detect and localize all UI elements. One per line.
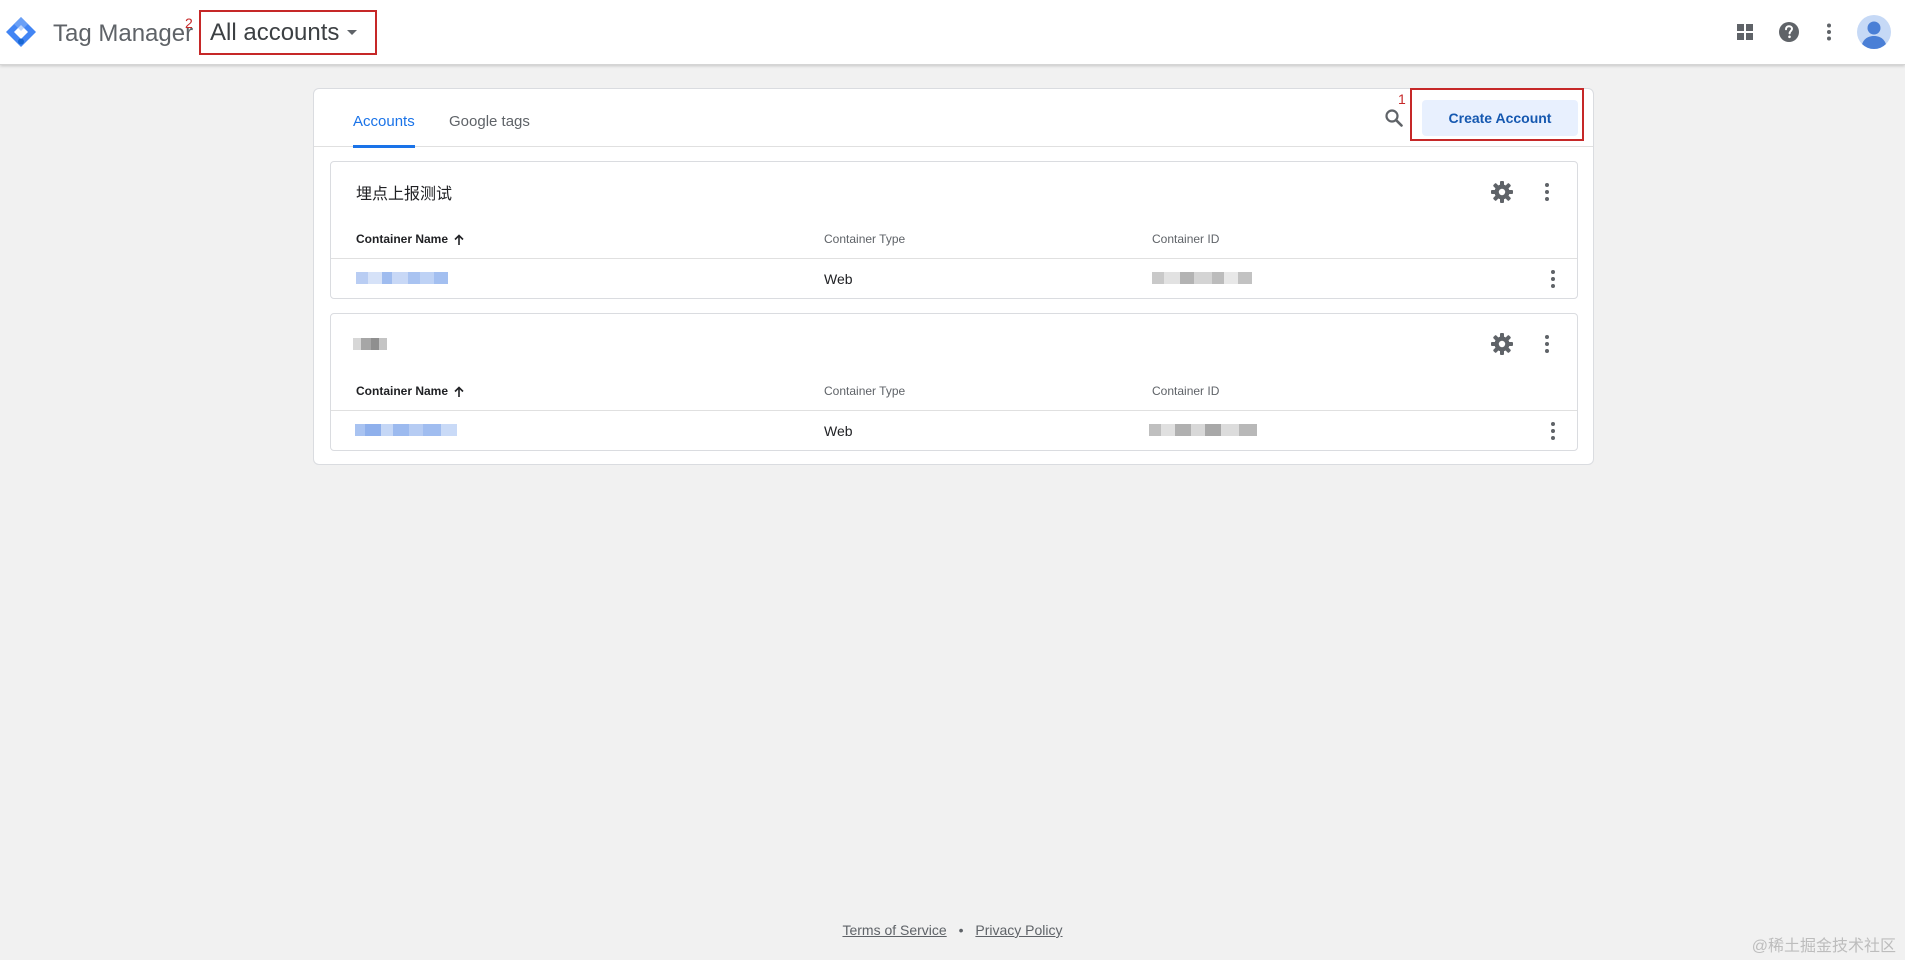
column-header-label: Container Name bbox=[356, 384, 449, 398]
more-vert-icon[interactable] bbox=[1538, 179, 1556, 205]
search-icon[interactable] bbox=[1382, 106, 1406, 130]
tag-manager-logo-icon[interactable] bbox=[5, 16, 37, 48]
more-vert-icon[interactable] bbox=[1541, 419, 1565, 443]
app-title: Tag Manager bbox=[53, 20, 194, 47]
privacy-policy-link[interactable]: Privacy Policy bbox=[975, 922, 1062, 938]
user-avatar-icon bbox=[1861, 21, 1887, 49]
column-header-container-id: Container ID bbox=[1152, 232, 1220, 246]
tab-google-tags[interactable]: Google tags bbox=[449, 113, 530, 145]
apps-grid-button[interactable] bbox=[1733, 20, 1757, 44]
account-switcher-label: All accounts bbox=[210, 18, 340, 46]
help-icon bbox=[1779, 22, 1799, 42]
user-avatar[interactable] bbox=[1857, 15, 1891, 49]
column-header-container-name[interactable]: Container Name bbox=[356, 384, 464, 398]
table-row[interactable]: Web bbox=[331, 411, 1577, 451]
container-id-redacted bbox=[1152, 272, 1252, 284]
account-panel: 埋点上报测试 Container Name Container Type Con… bbox=[330, 161, 1578, 299]
column-header-container-name[interactable]: Container Name bbox=[356, 232, 464, 246]
gear-icon[interactable] bbox=[1489, 331, 1515, 357]
container-name-link-redacted[interactable] bbox=[356, 272, 448, 284]
footer: Terms of Service • Privacy Policy bbox=[0, 922, 1905, 938]
terms-of-service-link[interactable]: Terms of Service bbox=[842, 922, 946, 938]
gear-icon[interactable] bbox=[1489, 179, 1515, 205]
more-vert-icon[interactable] bbox=[1541, 267, 1565, 291]
watermark: @稀土掘金技术社区 bbox=[1751, 938, 1896, 955]
table-row[interactable]: Web bbox=[331, 259, 1577, 299]
annotation-number-2: 2 bbox=[185, 15, 193, 31]
tab-accounts[interactable]: Accounts bbox=[353, 113, 415, 148]
container-type: Web bbox=[824, 423, 853, 439]
column-header-container-type: Container Type bbox=[824, 232, 906, 246]
more-vert-icon[interactable] bbox=[1538, 331, 1556, 357]
column-header-label: Container Name bbox=[356, 232, 449, 246]
account-name-redacted[interactable] bbox=[353, 338, 387, 350]
more-options-button[interactable] bbox=[1817, 20, 1841, 44]
account-switcher-dropdown[interactable]: All accounts bbox=[200, 11, 376, 54]
help-button[interactable] bbox=[1777, 20, 1801, 44]
account-name[interactable]: 埋点上报测试 bbox=[356, 180, 452, 204]
more-vert-icon bbox=[1827, 23, 1831, 41]
create-account-button[interactable]: Create Account bbox=[1422, 100, 1578, 136]
container-id-redacted bbox=[1149, 424, 1257, 436]
tab-bar: Accounts Google tags 1 Create Account bbox=[314, 88, 1593, 148]
caret-down-icon bbox=[347, 30, 357, 35]
accounts-card: Accounts Google tags 1 Create Account 埋点… bbox=[313, 88, 1594, 465]
container-type: Web bbox=[824, 271, 853, 287]
account-panel: Container Name Container Type Container … bbox=[330, 313, 1578, 451]
sort-ascending-icon bbox=[454, 386, 464, 397]
top-app-bar: Tag Manager 2 All accounts bbox=[0, 0, 1905, 65]
column-header-container-id: Container ID bbox=[1152, 384, 1220, 398]
footer-separator: • bbox=[958, 922, 964, 938]
container-name-link-redacted[interactable] bbox=[355, 424, 457, 436]
column-header-container-type: Container Type bbox=[824, 384, 906, 398]
sort-ascending-icon bbox=[454, 234, 464, 245]
annotation-number-1: 1 bbox=[1398, 91, 1406, 107]
apps-grid-icon bbox=[1737, 24, 1753, 40]
